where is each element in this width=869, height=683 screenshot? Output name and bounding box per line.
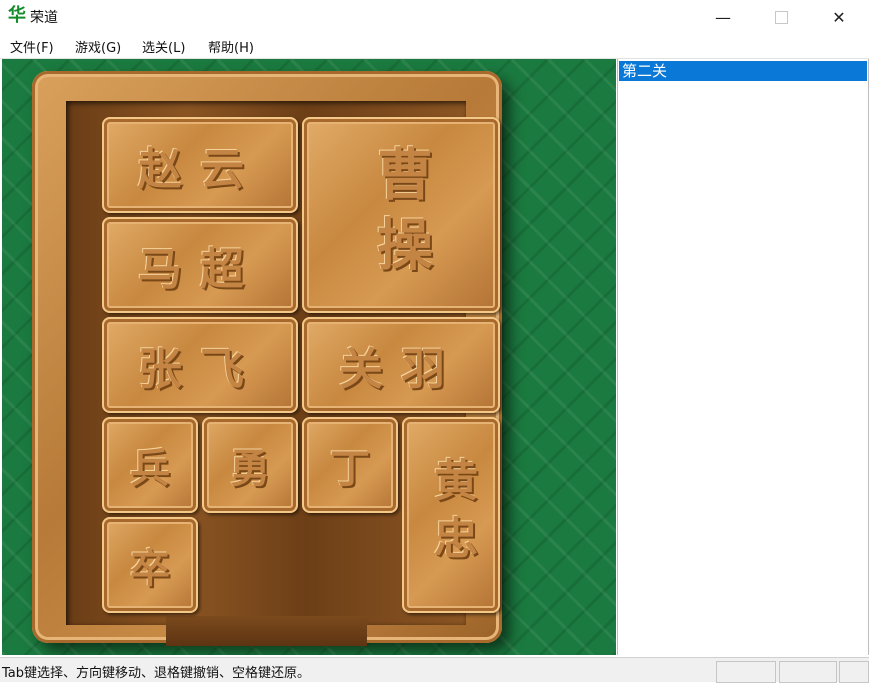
menu-game[interactable]: 游戏(G)	[75, 37, 121, 56]
piece-cao-cao[interactable]: 曹操	[302, 117, 500, 313]
status-pane	[839, 661, 869, 683]
minimize-icon: —	[715, 7, 731, 27]
menu-help[interactable]: 帮助(H)	[208, 37, 254, 56]
piece-huang-zhong[interactable]: 黄忠	[402, 417, 500, 613]
status-bar: Tab键选择、方向键移动、退格键撤销、空格键还原。	[0, 657, 869, 683]
piece-guan-yu[interactable]: 关羽	[302, 317, 500, 413]
piece-ma-chao[interactable]: 马超	[102, 217, 298, 313]
piece-label: 关羽	[339, 344, 463, 395]
close-button[interactable]: ✕	[810, 0, 868, 34]
piece-yong[interactable]: 勇	[202, 417, 298, 513]
board-exit	[166, 616, 367, 646]
piece-zhao-yun[interactable]: 赵云	[102, 117, 298, 213]
piece-label: 赵云	[138, 144, 262, 195]
piece-label: 黄忠	[426, 457, 477, 573]
piece-label: 丁	[330, 445, 370, 492]
piece-label: 勇	[230, 445, 270, 492]
close-icon: ✕	[832, 7, 846, 27]
piece-ding[interactable]: 丁	[302, 417, 398, 513]
piece-label: 卒	[130, 545, 170, 592]
minimize-button[interactable]: —	[694, 0, 752, 34]
level-list[interactable]: 第二关	[617, 59, 869, 655]
piece-zu[interactable]: 卒	[102, 517, 198, 613]
menu-bar: 文件(F) 游戏(G) 选关(L) 帮助(H)	[0, 34, 869, 59]
piece-bing[interactable]: 兵	[102, 417, 198, 513]
maximize-icon	[774, 10, 788, 24]
menu-file[interactable]: 文件(F)	[10, 37, 54, 56]
status-pane	[779, 661, 837, 683]
status-text: Tab键选择、方向键移动、退格键撤销、空格键还原。	[2, 666, 311, 681]
game-board: 赵云 曹操 马超 张飞 关羽 兵 勇 丁 黄忠 卒	[2, 59, 616, 655]
status-pane	[716, 661, 776, 683]
window-title: 荣道	[30, 10, 58, 26]
level-item-selected[interactable]: 第二关	[619, 61, 867, 81]
board-frame: 赵云 曹操 马超 张飞 关羽 兵 勇 丁 黄忠 卒	[32, 71, 502, 646]
menu-level-select[interactable]: 选关(L)	[142, 37, 185, 56]
maximize-button[interactable]	[752, 0, 810, 34]
title-bar: 华 荣道 — ✕	[0, 0, 869, 34]
piece-zhang-fei[interactable]: 张飞	[102, 317, 298, 413]
piece-label: 兵	[130, 445, 170, 492]
app-icon: 华	[8, 5, 26, 26]
piece-label: 曹操	[367, 145, 434, 285]
piece-label: 马超	[138, 244, 262, 295]
piece-label: 张飞	[138, 344, 262, 395]
